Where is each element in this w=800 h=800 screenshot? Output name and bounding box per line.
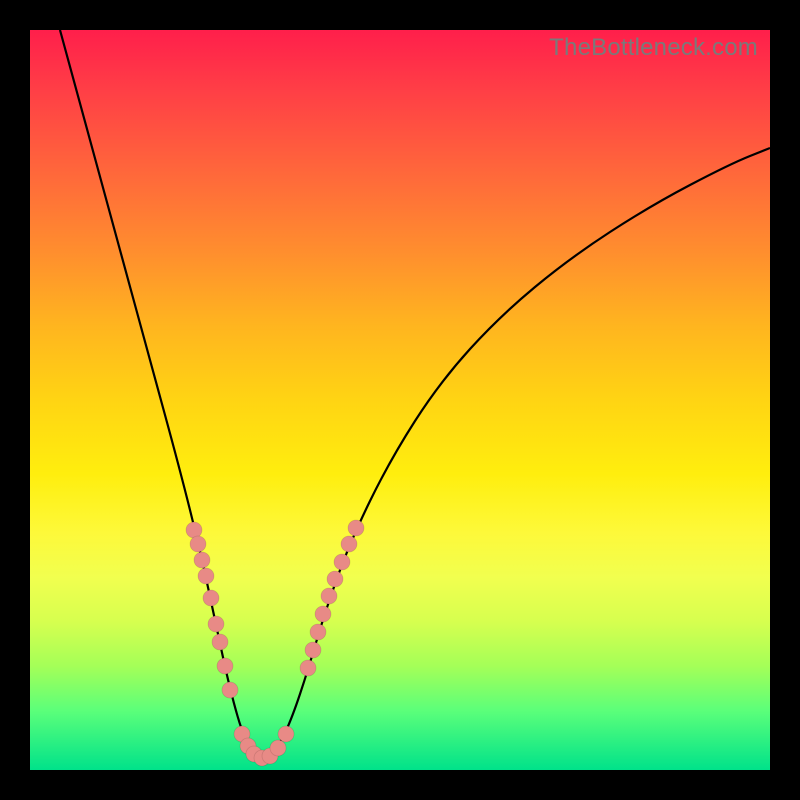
data-dot: [305, 642, 321, 658]
data-dot: [348, 520, 364, 536]
data-dot: [315, 606, 331, 622]
chart-frame: TheBottleneck.com: [0, 0, 800, 800]
data-dot: [190, 536, 206, 552]
plot-area: TheBottleneck.com: [30, 30, 770, 770]
data-dot: [270, 740, 286, 756]
data-dot: [310, 624, 326, 640]
data-dot: [212, 634, 228, 650]
data-dot: [278, 726, 294, 742]
curve-layer: [30, 30, 770, 770]
bottleneck-curve: [60, 30, 770, 755]
data-dot: [208, 616, 224, 632]
data-dots: [186, 520, 364, 766]
data-dot: [334, 554, 350, 570]
data-dot: [198, 568, 214, 584]
data-dot: [341, 536, 357, 552]
data-dot: [217, 658, 233, 674]
data-dot: [321, 588, 337, 604]
data-dot: [300, 660, 316, 676]
data-dot: [203, 590, 219, 606]
data-dot: [327, 571, 343, 587]
data-dot: [194, 552, 210, 568]
data-dot: [222, 682, 238, 698]
data-dot: [186, 522, 202, 538]
